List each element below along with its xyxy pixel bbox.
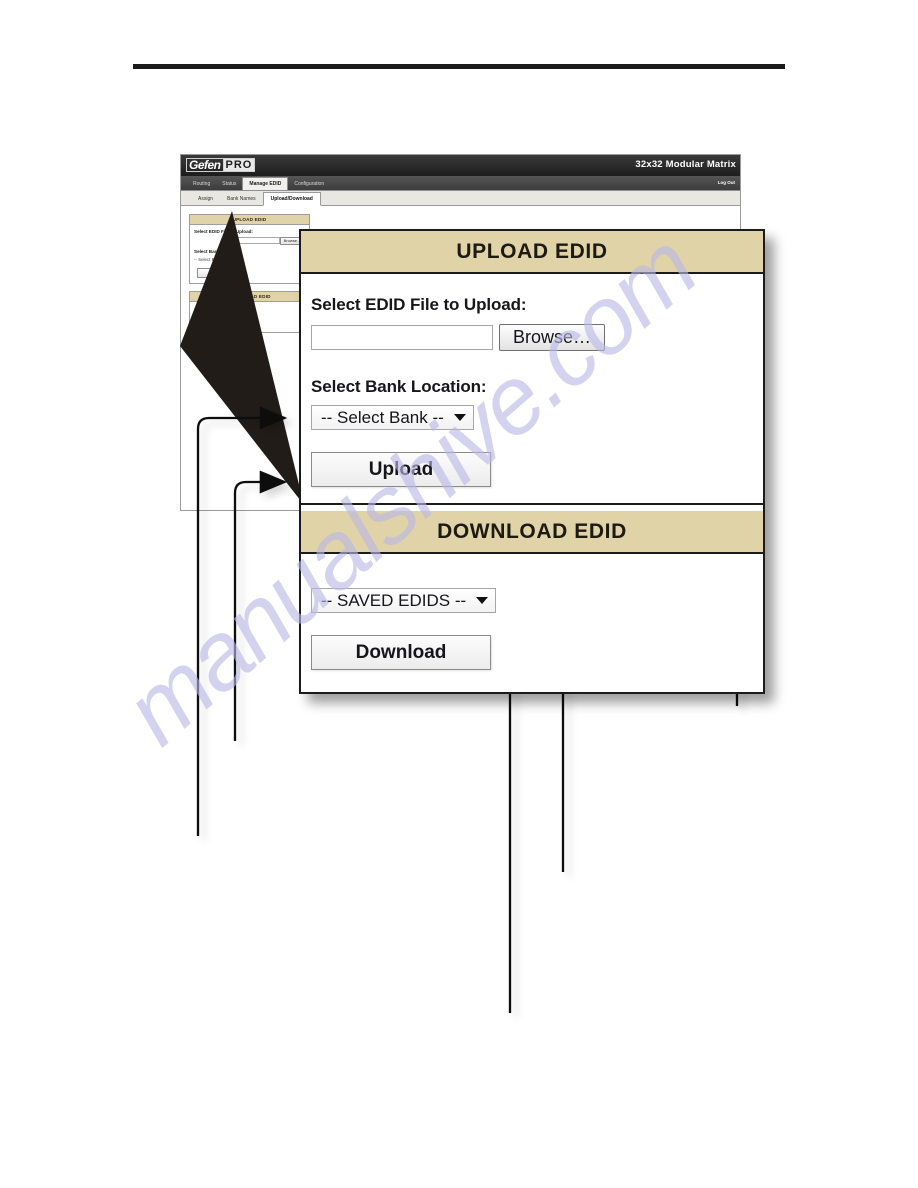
mini-download-heading: DOWNLOAD EDID [190,292,309,302]
logout-link[interactable]: Log Out [718,180,735,185]
section-divider [301,503,763,505]
gefenpro-logo: Gefen PRO [186,158,256,172]
bank-location-select[interactable]: -- Select Bank -- [311,405,474,430]
mini-download-button[interactable]: Download [197,317,241,327]
mini-upload-panel: UPLOAD EDID Select EDID File to Upload: … [189,214,310,284]
download-edid-header: DOWNLOAD EDID [301,511,763,554]
page-top-rule [133,64,785,69]
logo-gefen-text: Gefen [186,158,223,172]
mini-upload-button[interactable]: Upload [197,268,241,278]
select-bank-location-label: Select Bank Location: [311,377,487,396]
mini-upload-heading: UPLOAD EDID [190,215,309,225]
mini-bank-label: Select Bank Location: [194,249,242,254]
browse-button[interactable]: Browse… [499,324,606,351]
download-edid-heading: DOWNLOAD EDID [437,519,627,543]
mini-download-panel: DOWNLOAD EDID -- SAVED EDIDS -- Download [189,291,310,333]
subtab-assign[interactable]: Assign [191,193,220,205]
magnified-panel: UPLOAD EDID Select EDID File to Upload: … [299,229,765,694]
file-field-row: Browse… [311,324,763,351]
saved-edids-select[interactable]: -- SAVED EDIDS -- [311,588,497,613]
leader-upload-button [233,470,288,741]
subtab-upload-download[interactable]: Upload/Download [262,192,321,206]
logo-pro-text: PRO [222,158,256,172]
saved-edids-value: -- SAVED EDIDS -- [321,590,467,610]
upload-button[interactable]: Upload [311,452,491,487]
download-edid-body: -- SAVED EDIDS -- Download [301,554,763,692]
download-button[interactable]: Download [311,635,491,670]
primary-tab-bar: Routing Status Manage EDID Configuration… [181,176,740,191]
upload-edid-body: Select EDID File to Upload: Browse… Sele… [301,274,763,511]
tab-routing[interactable]: Routing [187,178,216,190]
select-edid-file-label: Select EDID File to Upload: [311,295,527,314]
leader-download-button [471,649,512,1013]
mini-bank-select[interactable]: -- Select Bank -- [194,257,305,263]
tab-configuration[interactable]: Configuration [288,178,330,190]
app-header: Gefen PRO 32x32 Modular Matrix [181,155,740,176]
app-title: 32x32 Modular Matrix [635,159,736,170]
mini-saved-edids-select[interactable]: -- SAVED EDIDS -- [194,306,305,312]
upload-edid-header: UPLOAD EDID [301,231,763,274]
tab-manage-edid[interactable]: Manage EDID [242,177,289,190]
edid-file-input[interactable] [311,325,493,350]
mini-file-label: Select EDID File to Upload: [194,229,253,234]
upload-edid-heading: UPLOAD EDID [456,239,608,263]
subtab-bank-names[interactable]: Bank Names [220,193,263,205]
tab-status[interactable]: Status [216,178,242,190]
chevron-down-icon [453,414,466,421]
chevron-down-icon [476,597,489,604]
mini-file-input[interactable] [221,237,280,244]
secondary-tab-bar: Assign Bank Names Upload/Download [181,191,740,206]
bank-location-value: -- Select Bank -- [321,407,444,427]
